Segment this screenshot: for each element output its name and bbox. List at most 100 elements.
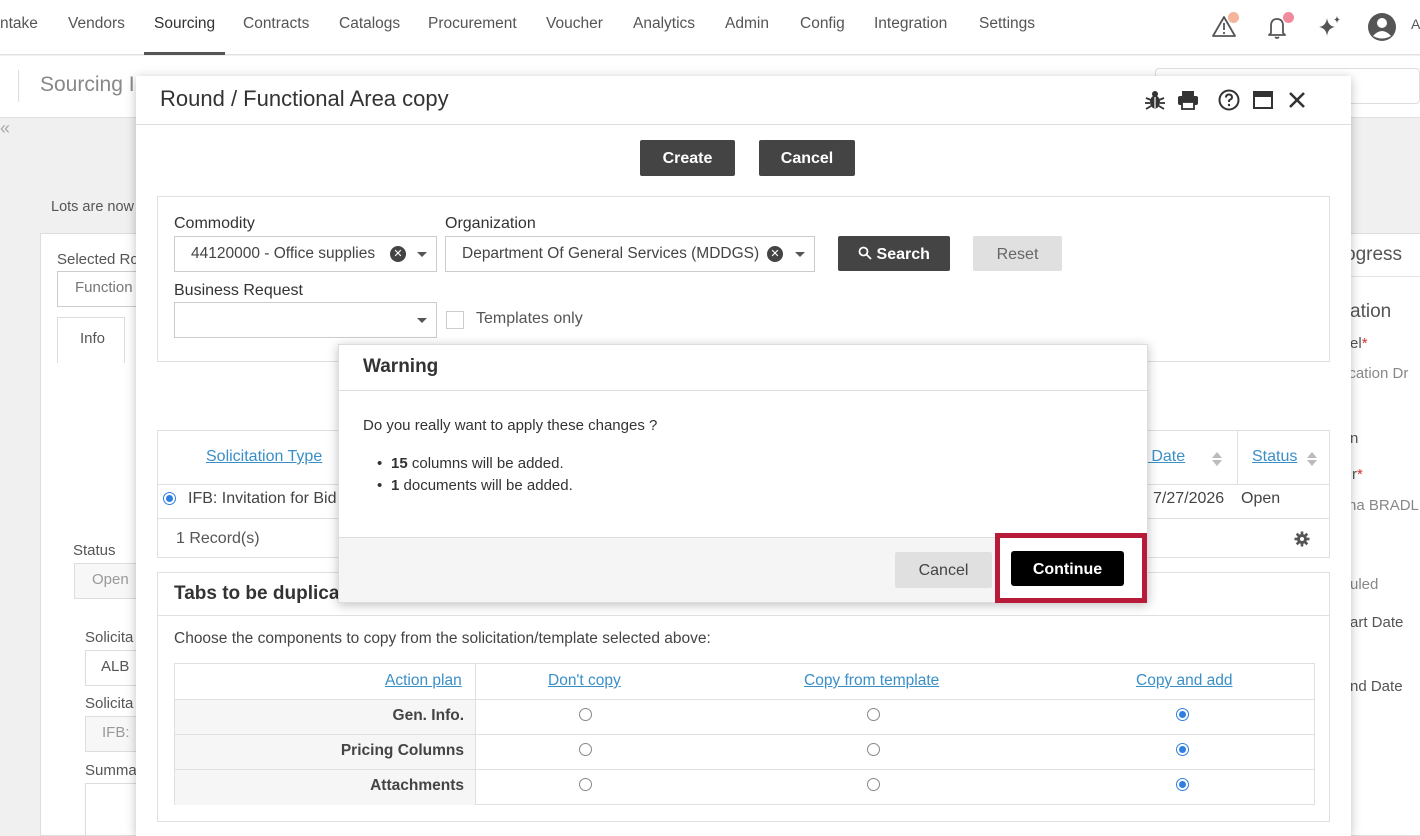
warning-item-documents: • 1 documents will be added. (377, 477, 573, 494)
summary-label: Summa (85, 762, 137, 779)
col-status[interactable]: Status (1252, 448, 1297, 466)
nav-item-analytics[interactable]: Analytics (633, 0, 695, 55)
row-label-gen-info: Gen. Info. (392, 707, 464, 724)
status-label: Status (73, 542, 116, 559)
maximize-icon[interactable] (1251, 88, 1275, 112)
warning-title: Warning (363, 356, 439, 377)
sparkle-ai-icon[interactable] (1315, 12, 1345, 42)
organization-select[interactable]: Department Of General Services (MDDGS) ✕ (445, 236, 815, 272)
attachments-copy-template-radio[interactable] (867, 778, 880, 791)
row-status: Open (1241, 490, 1281, 507)
print-icon[interactable] (1176, 88, 1200, 112)
table-row-divider-1 (175, 699, 1314, 700)
gen-info-copy-add-radio[interactable] (1176, 708, 1189, 721)
right-field-label: el* (1350, 335, 1368, 352)
gear-icon[interactable] (1294, 531, 1310, 547)
tabs-duplicated-panel: Tabs to be duplicated Choose the compone… (157, 572, 1330, 822)
row-solicitation-type: IFB: Invitation for Bid (188, 490, 337, 507)
col-copy-from-template[interactable]: Copy from template (804, 672, 939, 690)
warning-cancel-button[interactable]: Cancel (895, 552, 992, 588)
header-divider (18, 70, 19, 102)
collapse-sidebar-icon[interactable]: « (0, 118, 10, 139)
nav-item-settings[interactable]: Settings (979, 0, 1035, 55)
commodity-clear-icon[interactable]: ✕ (390, 246, 406, 262)
right-start-date-label: art Date (1350, 614, 1404, 631)
row-label-attachments: Attachments (370, 777, 464, 794)
gen-info-copy-template-radio[interactable] (867, 708, 880, 721)
bug-icon[interactable] (1143, 88, 1167, 112)
row-select-radio[interactable] (163, 492, 176, 505)
business-request-label: Business Request (174, 282, 303, 299)
nav-item-procurement[interactable]: Procurement (428, 0, 517, 55)
templates-only-checkbox[interactable] (446, 311, 464, 329)
nav-item-sourcing[interactable]: Sourcing (144, 0, 226, 55)
warning-badge (1228, 12, 1239, 23)
nav-item-intake[interactable]: ntake (0, 0, 38, 55)
sort-status-icon[interactable] (1306, 451, 1318, 467)
bell-icon[interactable] (1263, 12, 1294, 42)
organization-label: Organization (445, 215, 536, 232)
business-request-select[interactable] (174, 302, 437, 338)
attachments-dont-copy-radio[interactable] (579, 778, 592, 791)
page-title: Sourcing I (40, 73, 135, 96)
right-progress-heading: ogress (1345, 244, 1403, 265)
gen-info-dont-copy-radio[interactable] (579, 708, 592, 721)
nav-item-voucher[interactable]: Voucher (546, 0, 603, 55)
commodity-label: Commodity (174, 215, 255, 232)
right-field-n: n (1350, 430, 1359, 447)
tabs-section-divider (158, 615, 1329, 616)
organization-clear-icon[interactable]: ✕ (767, 246, 783, 262)
status-value: Open (92, 571, 129, 588)
right-person-value: na BRADL (1348, 497, 1419, 514)
col-solicitation-type[interactable]: Solicitation Type (206, 448, 322, 466)
row-date: 7/27/2026 (1153, 490, 1225, 507)
modal-header-divider (136, 124, 1351, 125)
user-avatar-icon[interactable] (1367, 12, 1397, 42)
nav-item-admin[interactable]: Admin (725, 0, 769, 55)
col-copy-and-add[interactable]: Copy and add (1136, 672, 1233, 690)
sort-date-icon[interactable] (1211, 451, 1223, 467)
attachments-copy-add-radio[interactable] (1176, 778, 1189, 791)
warning-question: Do you really want to apply these change… (363, 417, 658, 434)
create-button[interactable]: Create (640, 140, 735, 176)
nav-item-catalogs[interactable]: Catalogs (339, 0, 400, 55)
right-scheduled-value: uled (1350, 576, 1379, 593)
selected-round-value: Function (75, 279, 133, 296)
nav-item-contracts[interactable]: Contracts (243, 0, 309, 55)
continue-button[interactable]: Continue (1011, 551, 1124, 586)
organization-caret-icon[interactable] (795, 252, 805, 257)
business-request-caret-icon[interactable] (417, 318, 427, 323)
commodity-caret-icon[interactable] (417, 252, 427, 257)
col-action-plan[interactable]: Action plan (385, 672, 462, 690)
selected-round-label: Selected Ro (57, 251, 139, 268)
pricing-copy-template-radio[interactable] (867, 743, 880, 756)
right-field-value: ication Dr (1345, 365, 1409, 382)
notification-badge (1283, 12, 1294, 23)
user-initial[interactable]: A (1411, 0, 1420, 55)
pricing-copy-add-radio[interactable] (1176, 743, 1189, 756)
search-button[interactable]: Search (838, 236, 950, 271)
solicitation-label-2: Solicita (85, 695, 134, 712)
pricing-dont-copy-radio[interactable] (579, 743, 592, 756)
reset-button[interactable]: Reset (973, 236, 1062, 271)
help-icon[interactable] (1217, 88, 1241, 112)
close-icon[interactable] (1285, 88, 1309, 112)
nav-item-integration[interactable]: Integration (874, 0, 947, 55)
commodity-select[interactable]: 44120000 - Office supplies ✕ (174, 236, 437, 272)
organization-value: Department Of General Services (MDDGS) (462, 245, 760, 262)
warning-alert-icon[interactable] (1210, 12, 1240, 42)
nav-item-config[interactable]: Config (800, 0, 845, 55)
nav-item-vendors[interactable]: Vendors (68, 0, 125, 55)
row-label-pricing-columns: Pricing Columns (340, 742, 464, 759)
right-end-date-label: nd Date (1350, 678, 1403, 695)
warning-item-columns: • 15 columns will be added. (377, 455, 564, 472)
templates-only-label: Templates only (476, 310, 583, 327)
solicitation-label-1: Solicita (85, 629, 134, 646)
summary-field[interactable] (85, 783, 142, 836)
filter-panel: Commodity 44120000 - Office supplies ✕ O… (157, 196, 1330, 362)
right-section-heading: ation (1350, 301, 1392, 322)
table-row-divider-2 (175, 734, 1314, 735)
col-dont-copy[interactable]: Don't copy (548, 672, 621, 690)
lots-notice: Lots are now (51, 199, 135, 215)
cancel-button[interactable]: Cancel (759, 140, 855, 176)
